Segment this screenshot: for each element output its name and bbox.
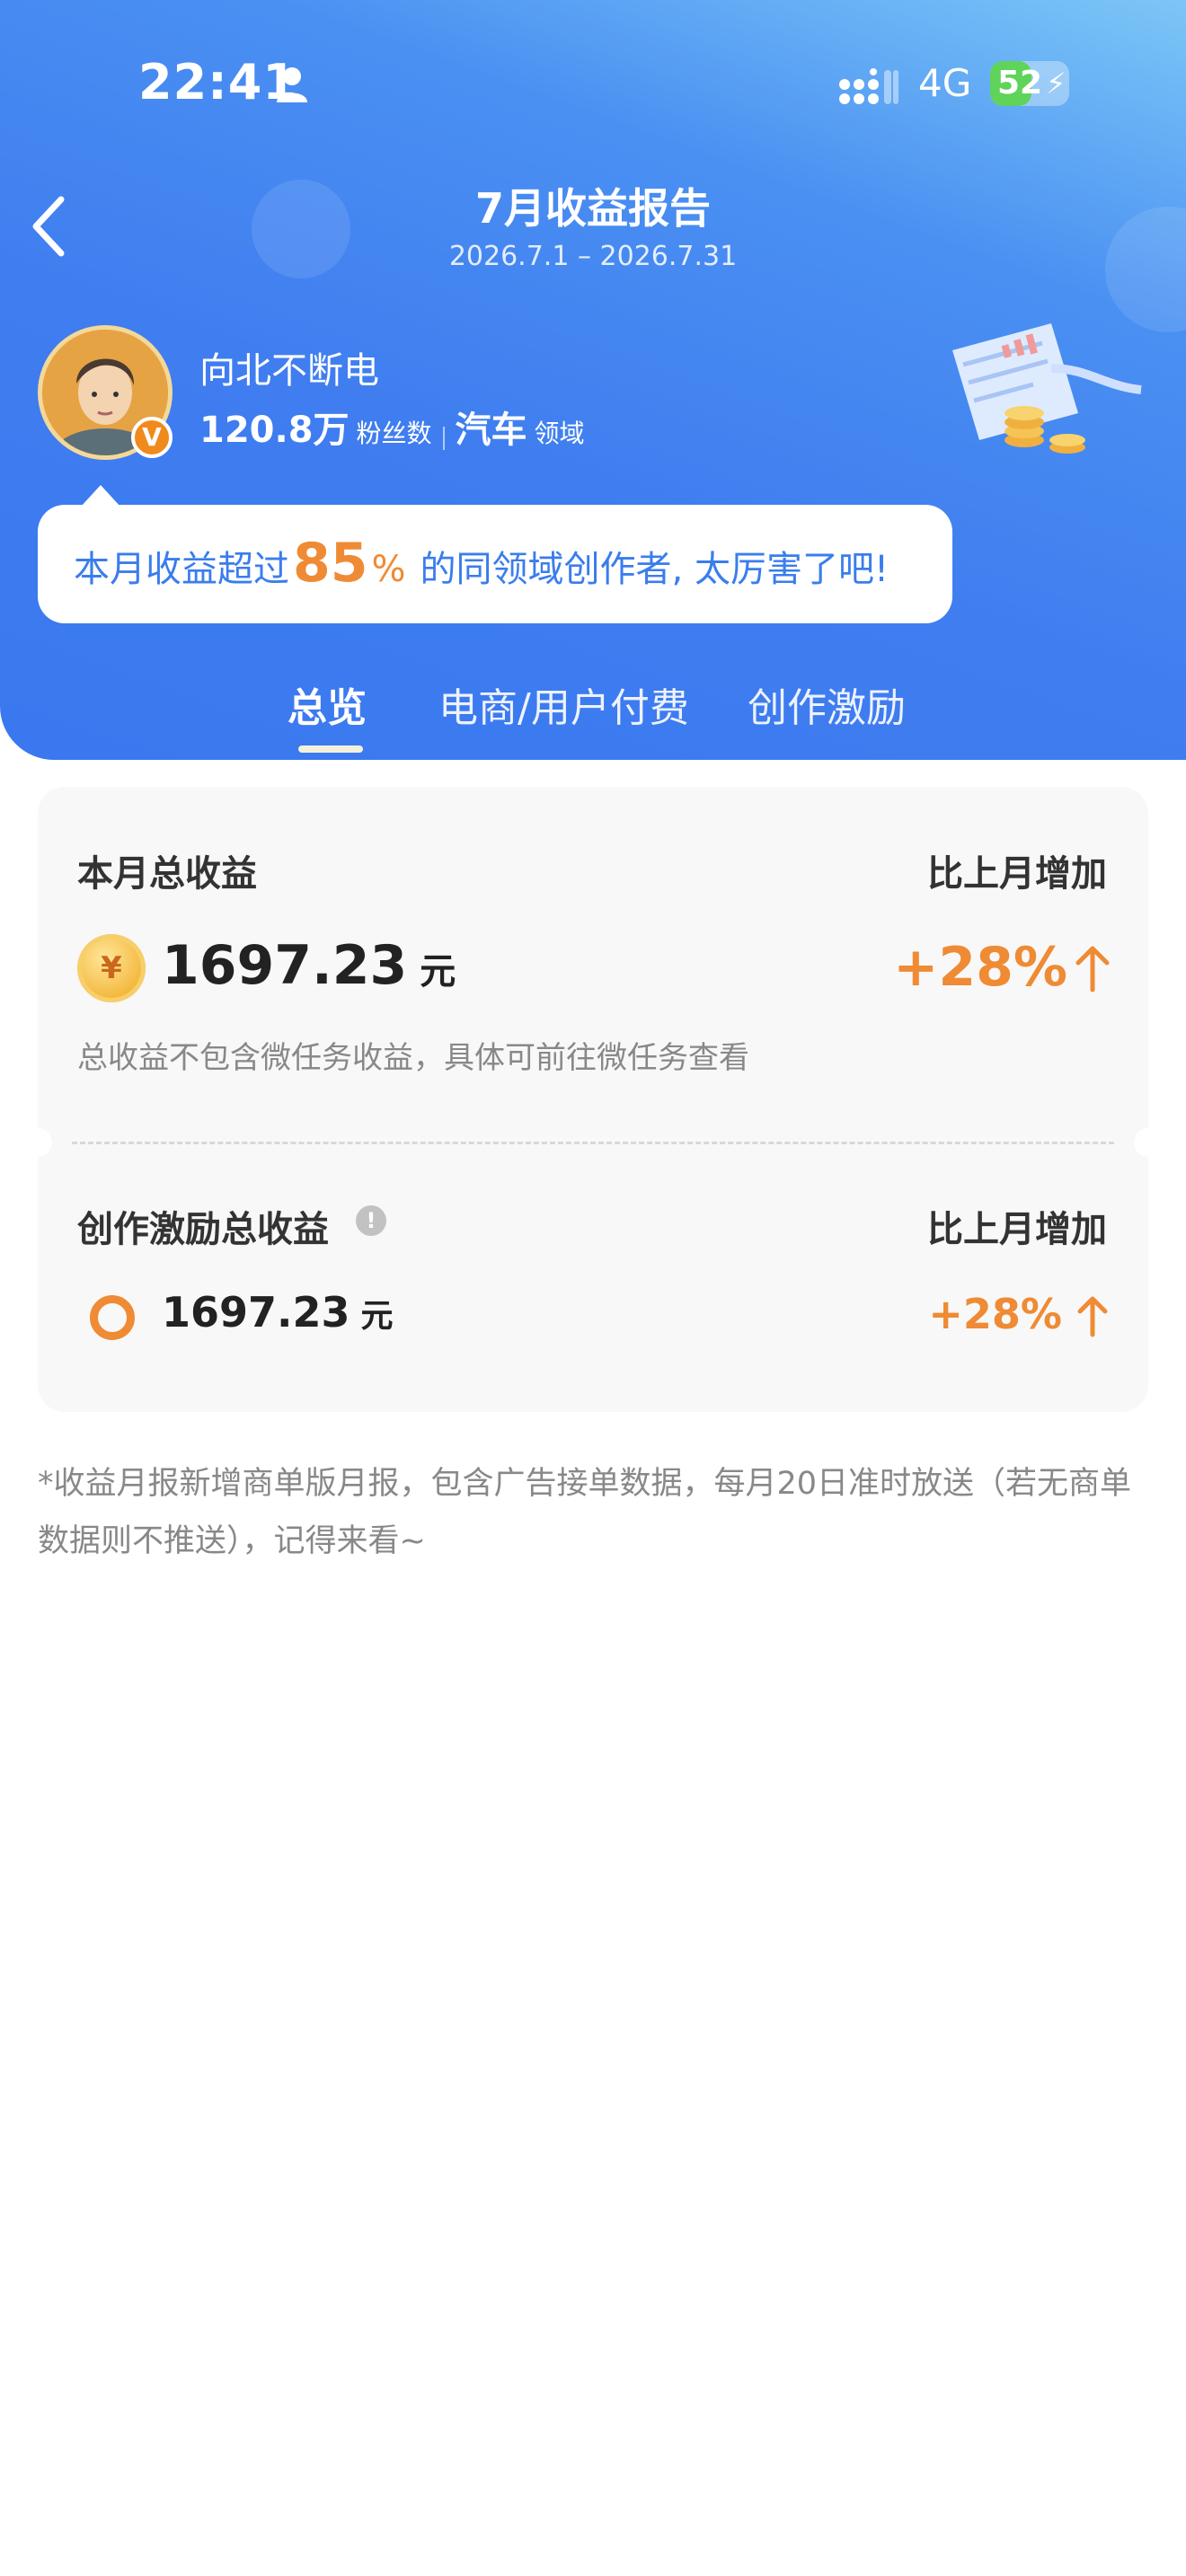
- tab-creator-incentive[interactable]: 创作激励: [748, 675, 906, 733]
- ranking-prefix: 本月收益超过: [74, 549, 289, 590]
- incentive-compare-label: 比上月增加: [927, 1209, 1107, 1250]
- creator-field: 汽车: [455, 410, 527, 451]
- battery-percent: 52: [997, 65, 1043, 101]
- date-range: 2026.7.1 – 2026.7.31: [448, 241, 738, 272]
- total-amount-unit: 元: [420, 951, 456, 992]
- creator-name: 向北不断电: [199, 350, 379, 392]
- earnings-note: 总收益不包含微任务收益，具体可前往微任务查看: [77, 1040, 749, 1076]
- total-earnings-label: 本月总收益: [77, 853, 257, 895]
- verified-badge-icon: V: [131, 417, 173, 458]
- receipt-illustration-icon: [952, 323, 1142, 454]
- ranking-suffix: 的同领域创作者, 太厉害了吧!: [420, 549, 889, 590]
- person-icon: [277, 67, 307, 102]
- card-notch-right: [1134, 1128, 1163, 1157]
- status-time: 22:41: [138, 54, 297, 110]
- network-type: 4G: [918, 61, 972, 105]
- status-bar: 22:41 4G 52 ⚡: [0, 54, 1186, 126]
- ranking-bubble: 本月收益超过85% 的同领域创作者, 太厉害了吧!: [38, 505, 952, 623]
- ring-icon: [90, 1295, 135, 1340]
- incentive-amount-unit: 元: [360, 1298, 394, 1335]
- dashed-divider: [72, 1142, 1114, 1144]
- bubble-tail: [81, 485, 120, 507]
- arrow-up-icon: [1077, 1296, 1108, 1337]
- page-title: 7月收益报告: [474, 184, 711, 233]
- tab-bar: 总览 电商/用户付费 创作激励: [0, 675, 1186, 747]
- field-label: 领域: [534, 419, 585, 448]
- stats-separator: [442, 426, 445, 450]
- report-footnote: *收益月报新增商单版月报，包含广告接单数据，每月20日准时放送（若无商单数据则不…: [38, 1466, 1132, 1559]
- battery-indicator: 52 ⚡: [990, 61, 1069, 106]
- incentive-amount-value: 1697.23: [162, 1288, 350, 1337]
- total-earnings-amount: 1697.23 元: [162, 934, 456, 997]
- info-icon[interactable]: !: [356, 1205, 386, 1236]
- arrow-up-icon: [1075, 946, 1110, 992]
- incentive-earnings-label: 创作激励总收益: [77, 1209, 329, 1250]
- charging-bolt-icon: ⚡: [1046, 66, 1067, 101]
- active-tab-indicator: [298, 745, 363, 753]
- ranking-percent-sign: %: [371, 549, 406, 590]
- coin-icon: ¥: [77, 934, 146, 1002]
- total-growth: +28%: [893, 936, 1067, 999]
- card-notch-left: [23, 1128, 52, 1157]
- ranking-percent: 85: [293, 532, 368, 595]
- ranking-text: 本月收益超过85% 的同领域创作者, 太厉害了吧!: [74, 532, 889, 595]
- creator-stats: 120.8万 粉丝数 汽车 领域: [199, 401, 585, 453]
- signal-icon: [839, 68, 898, 104]
- report-header: 22:41 4G 52 ⚡ 7月收益报告 2026.7.1 – 2026.7.3…: [0, 0, 1186, 760]
- total-compare-label: 比上月增加: [927, 853, 1107, 895]
- tab-overview[interactable]: 总览: [288, 675, 367, 733]
- followers-label: 粉丝数: [356, 419, 432, 448]
- incentive-growth: +28%: [928, 1290, 1062, 1338]
- followers-count: 120.8万: [199, 410, 350, 451]
- total-amount-value: 1697.23: [162, 934, 408, 997]
- tab-ecommerce-paid[interactable]: 电商/用户付费: [438, 675, 689, 733]
- incentive-earnings-amount: 1697.23 元: [162, 1288, 394, 1337]
